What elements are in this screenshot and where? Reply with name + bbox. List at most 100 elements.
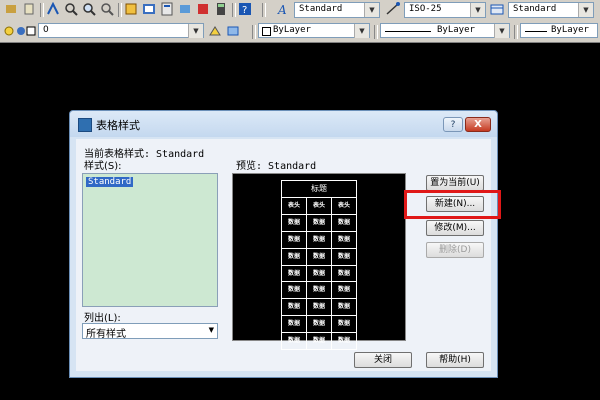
table-style-icon[interactable] (490, 2, 504, 16)
linetype-sample (385, 31, 431, 32)
color-combo[interactable]: ByLayer ▼ (258, 23, 370, 38)
dialog-titlebar[interactable]: 表格样式 ? X (70, 111, 497, 137)
linetype-combo[interactable]: ByLayer ▼ (380, 23, 510, 38)
table-style-dialog: 表格样式 ? X 当前表格样式: Standard 样式(S): 预览: Sta… (69, 110, 498, 378)
preview-data-cell: 数据 (282, 333, 307, 350)
preview-data-cell: 数据 (307, 333, 332, 350)
preview-data-row: 数据 数据 数据 (282, 316, 356, 334)
calculator-icon[interactable] (214, 2, 228, 16)
preview-pane: 标题 表头 表头 表头 数据 数据 数据 数据 数据 数据 数据 数据 数据 数… (232, 173, 406, 351)
paste-icon[interactable] (22, 2, 36, 16)
preview-data-row: 数据 数据 数据 (282, 299, 356, 317)
preview-label: 预览: Standard (236, 161, 317, 172)
preview-data-row: 数据 数据 数据 (282, 333, 356, 350)
zoom-window-icon[interactable] (82, 2, 96, 16)
lineweight-value: ByLayer (551, 25, 589, 35)
linetype-value: ByLayer (437, 25, 475, 35)
table-style-app-icon (78, 118, 92, 132)
titlebar-help-button[interactable]: ? (443, 117, 463, 132)
dimension-style-combo[interactable]: ISO-25 ▼ (404, 2, 486, 18)
zoom-realtime-icon[interactable] (64, 2, 78, 16)
layers-properties-toolbar: 0 ▼ ByLayer ▼ ByLayer ▼ ByLayer (0, 20, 600, 43)
preview-data-row: 数据 数据 数据 (282, 214, 356, 232)
preview-data-cell: 数据 (307, 316, 332, 333)
preview-data-cell: 数据 (282, 265, 307, 282)
dialog-title: 表格样式 (96, 119, 140, 132)
text-style-combo[interactable]: Standard ▼ (294, 2, 380, 18)
help-icon[interactable]: ? (238, 2, 252, 16)
chevron-down-icon[interactable]: ▼ (364, 3, 379, 17)
preview-table: 标题 表头 表头 表头 数据 数据 数据 数据 数据 数据 数据 数据 数据 数… (281, 180, 357, 351)
delete-style-button[interactable]: 删除(D) (426, 242, 484, 258)
preview-data-row: 数据 数据 数据 (282, 282, 356, 300)
table-style-combo[interactable]: Standard ▼ (508, 2, 594, 18)
sheet-set-icon[interactable] (178, 2, 192, 16)
design-center-icon[interactable] (142, 2, 156, 16)
zoom-previous-icon[interactable] (100, 2, 114, 16)
lineweight-combo[interactable]: ByLayer (520, 23, 598, 38)
make-current-layer-icon[interactable] (208, 24, 222, 38)
lineweight-sample (525, 31, 547, 32)
styles-list[interactable]: Standard (82, 173, 218, 307)
layer-value: 0 (43, 25, 49, 35)
highlight-box (404, 190, 501, 219)
titlebar-close-button[interactable]: X (465, 117, 491, 132)
color-swatch (262, 27, 271, 36)
preview-data-cell: 数据 (282, 214, 307, 231)
preview-header-cell: 表头 (307, 198, 332, 214)
styles-label: 样式(S): (84, 161, 122, 172)
close-button[interactable]: 关闭 (354, 352, 412, 368)
layer-combo[interactable]: 0 ▼ (38, 23, 204, 38)
chevron-down-icon[interactable]: ▼ (578, 3, 593, 17)
style-item-standard[interactable]: Standard (86, 177, 134, 187)
chevron-down-icon[interactable]: ▼ (470, 3, 485, 17)
preview-data-cell: 数据 (337, 218, 350, 226)
preview-data-row: 数据 数据 数据 (282, 231, 356, 249)
svg-text:?: ? (242, 5, 247, 16)
text-style-value: Standard (299, 4, 343, 14)
preview-data-cell: 数据 (307, 282, 332, 299)
preview-data-cell: 数据 (307, 214, 332, 231)
preview-data-cell: 数据 (282, 282, 307, 299)
preview-data-cell: 数据 (307, 265, 332, 282)
chevron-down-icon[interactable]: ▼ (188, 24, 203, 38)
preview-data-cell: 数据 (282, 316, 307, 333)
preview-data-cell: 数据 (337, 286, 350, 294)
match-properties-icon[interactable] (4, 2, 18, 16)
preview-data-cell: 数据 (307, 248, 332, 265)
preview-header-row: 表头 表头 表头 (282, 198, 356, 215)
pan-icon[interactable] (46, 1, 60, 16)
modify-style-button[interactable]: 修改(M)... (426, 220, 484, 236)
tool-palettes-icon[interactable] (160, 2, 174, 16)
preview-data-cell: 数据 (337, 252, 350, 260)
preview-data-cell: 数据 (282, 231, 307, 248)
help-button[interactable]: 帮助(H) (426, 352, 484, 368)
color-value: ByLayer (273, 25, 311, 35)
list-label: 列出(L): (84, 313, 121, 324)
preview-data-cell: 数据 (282, 248, 307, 265)
table-style-value: Standard (513, 4, 557, 14)
preview-data-cell: 数据 (337, 235, 350, 243)
preview-data-row: 数据 数据 数据 (282, 248, 356, 266)
list-filter-value: 所有样式 (86, 329, 126, 340)
preview-data-cell: 数据 (337, 303, 350, 311)
layer-previous-icon[interactable] (226, 24, 240, 38)
preview-data-cell: 数据 (337, 269, 350, 277)
chevron-down-icon[interactable]: ▼ (354, 24, 369, 38)
preview-header-cell: 表头 (337, 202, 350, 209)
text-style-icon[interactable]: A (276, 2, 290, 17)
svg-text:A: A (277, 3, 287, 16)
preview-data-cell: 数据 (307, 299, 332, 316)
set-current-button[interactable]: 置为当前(U) (426, 175, 484, 191)
preview-data-cell: 数据 (337, 320, 350, 328)
dimension-style-value: ISO-25 (409, 4, 442, 14)
properties-icon[interactable] (124, 2, 138, 16)
preview-data-cell: 数据 (337, 337, 350, 345)
dimension-style-icon[interactable] (386, 2, 400, 16)
preview-data-cell: 数据 (282, 299, 307, 316)
list-filter-dropdown[interactable]: 所有样式 ▼ (82, 323, 218, 340)
chevron-down-icon[interactable]: ▼ (209, 326, 214, 334)
markup-icon[interactable] (196, 2, 210, 16)
chevron-down-icon[interactable]: ▼ (494, 24, 509, 38)
layer-color-swatch[interactable] (26, 24, 36, 38)
